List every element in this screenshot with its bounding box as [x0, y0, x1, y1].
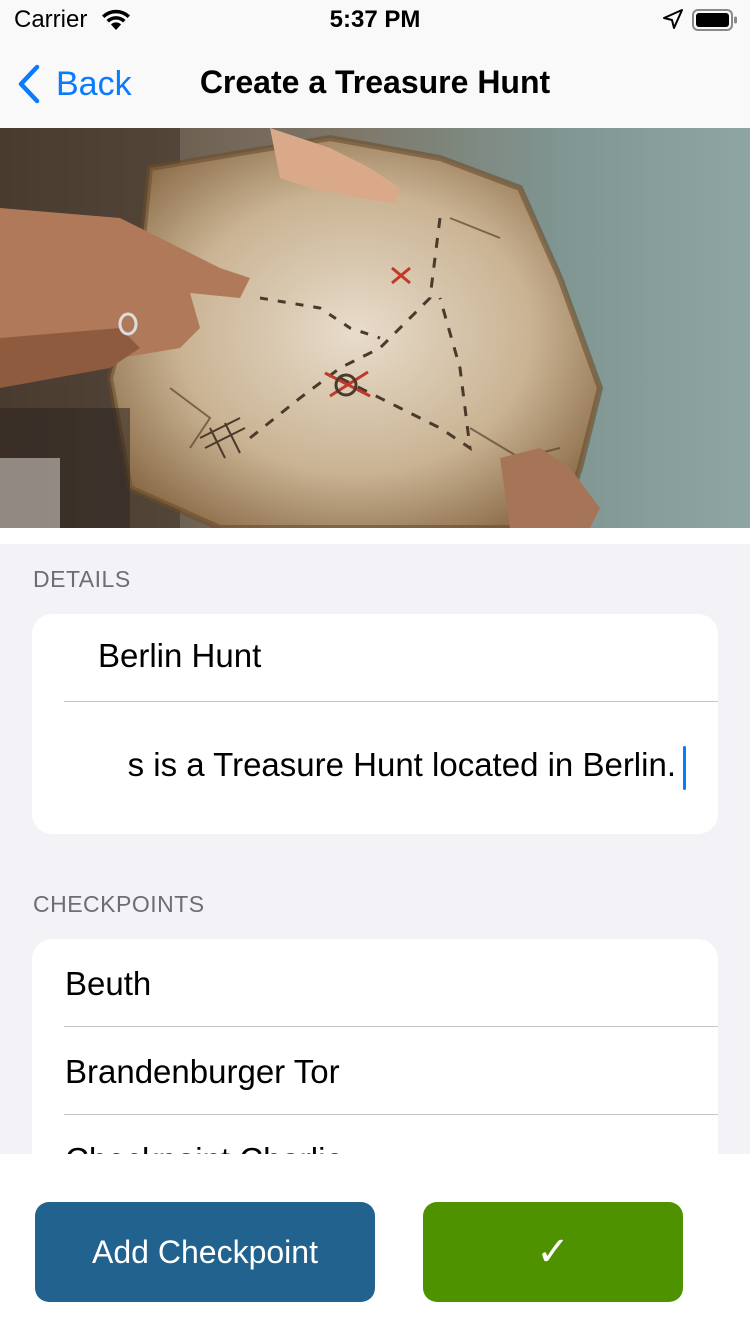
description-field[interactable]: s is a Treasure Hunt located in Berlin. — [96, 740, 686, 790]
list-item[interactable]: Brandenburger Tor — [32, 1027, 718, 1115]
battery-full-icon — [692, 9, 737, 31]
page-title: Create a Treasure Hunt — [199, 64, 551, 100]
details-card: s is a Treasure Hunt located in Berlin. — [32, 614, 718, 834]
hero-image — [0, 128, 750, 528]
description-text: s is a Treasure Hunt located in Berlin. — [127, 746, 676, 783]
text-cursor — [683, 746, 686, 790]
checkpoint-label: Beuth — [65, 965, 152, 1002]
list-item[interactable]: Beuth — [32, 939, 718, 1027]
navigation-bar: Back Create a Treasure Hunt — [0, 40, 750, 129]
screen: Carrier 5:37 PM Back Create a Treasure H… — [0, 0, 750, 1334]
hunt-name-field[interactable] — [96, 636, 660, 676]
description-row: s is a Treasure Hunt located in Berlin. — [32, 702, 718, 834]
details-section-header: DETAILS — [33, 566, 131, 592]
checkpoints-section-header: CHECKPOINTS — [33, 891, 205, 917]
add-checkpoint-button[interactable]: Add Checkpoint — [35, 1202, 375, 1302]
bottom-action-panel: Add Checkpoint ✓ — [0, 1154, 750, 1334]
checkmark-icon: ✓ — [536, 1230, 570, 1274]
image-spacer — [0, 528, 750, 544]
clock: 5:37 PM — [329, 6, 421, 33]
location-arrow-icon — [663, 9, 683, 29]
name-row — [32, 614, 718, 702]
checkpoint-label: Brandenburger Tor — [65, 1053, 340, 1090]
treasure-map-photo — [0, 128, 750, 528]
status-bar: Carrier 5:37 PM — [0, 0, 750, 40]
confirm-button[interactable]: ✓ — [423, 1202, 683, 1302]
